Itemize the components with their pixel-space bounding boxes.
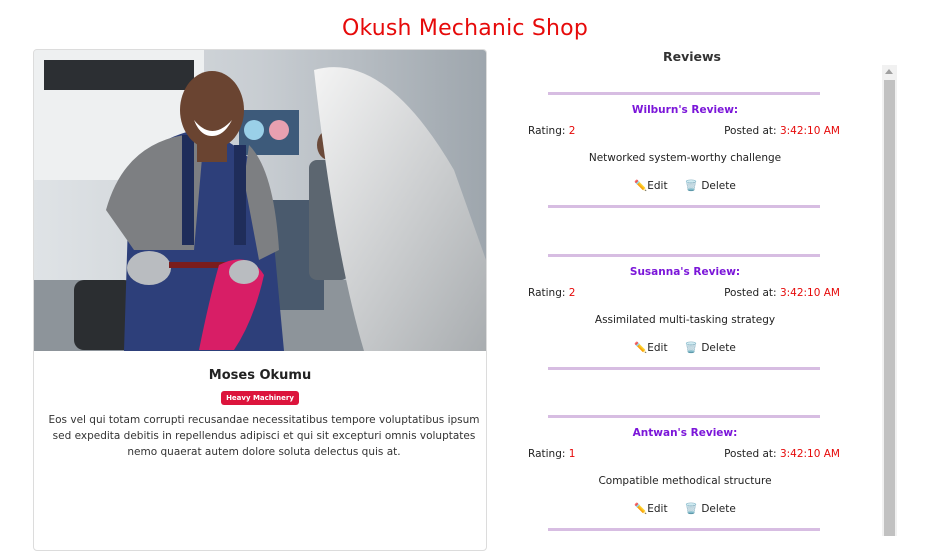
review-divider: [548, 92, 820, 95]
posted-label: Posted at:: [724, 286, 777, 299]
posted-time: 3:42:10 AM: [779, 125, 840, 137]
reviews-list[interactable]: Wilburn's Review: Rating: 2 Posted at: 3…: [520, 92, 880, 536]
delete-label: Delete: [701, 341, 736, 354]
posted-label: Posted at:: [724, 125, 777, 137]
review-divider: [548, 253, 820, 257]
wastebasket-icon: 🗑️: [684, 503, 698, 515]
rating-label: Rating:: [528, 448, 566, 460]
edit-button[interactable]: ✏️Edit: [634, 341, 667, 354]
review-divider: [548, 528, 820, 531]
review-divider: [548, 366, 820, 370]
reviewer-name: Antwan's Review:: [632, 427, 738, 439]
review-actions: ✏️Edit 🗑️ Delete: [520, 341, 850, 354]
delete-label: Delete: [701, 503, 736, 515]
mechanic-bio: Eos vel qui totam corrupti recusandae ne…: [48, 414, 480, 458]
review-actions: ✏️Edit 🗑️ Delete: [520, 502, 850, 515]
posted-at: Posted at: 3:42:10 AM: [724, 287, 840, 299]
pencil-icon: ✏️: [634, 180, 648, 192]
edit-button[interactable]: ✏️Edit: [634, 179, 667, 192]
rating-value: 1: [568, 448, 576, 460]
reviews-heading: Reviews: [662, 49, 721, 64]
review-meta: Rating: 2 Posted at: 3:42:10 AM: [528, 287, 840, 299]
scroll-up-icon[interactable]: [885, 69, 893, 74]
page-title: Okush Mechanic Shop: [341, 16, 589, 41]
review-item: Antwan's Review: Rating: 1 Posted at: 3:…: [520, 415, 880, 536]
reviewer-name: Wilburn's Review:: [631, 104, 739, 116]
mechanic-photo: [34, 50, 486, 351]
rating-value: 2: [568, 125, 576, 137]
edit-label: Edit: [647, 503, 668, 515]
delete-button[interactable]: 🗑️ Delete: [685, 179, 736, 192]
mechanic-card: Moses Okumu Heavy Machinery Eos vel qui …: [33, 49, 487, 551]
posted-time: 3:42:10 AM: [779, 286, 840, 299]
rating-value: 2: [568, 286, 576, 299]
review-meta: Rating: 1 Posted at: 3:42:10 AM: [528, 448, 840, 460]
review-actions: ✏️Edit 🗑️ Delete: [520, 179, 850, 192]
review-text: Networked system-worthy challenge: [588, 152, 782, 164]
edit-label: Edit: [647, 341, 668, 354]
pencil-icon: ✏️: [634, 503, 648, 515]
delete-button[interactable]: 🗑️ Delete: [685, 502, 736, 515]
delete-button[interactable]: 🗑️ Delete: [685, 341, 736, 354]
review-meta: Rating: 2 Posted at: 3:42:10 AM: [528, 125, 840, 137]
review-item: Susanna's Review: Rating: 2 Posted at: 3…: [520, 253, 880, 416]
posted-time: 3:42:10 AM: [779, 448, 840, 460]
review-item: Wilburn's Review: Rating: 2 Posted at: 3…: [520, 92, 880, 254]
pencil-icon: ✏️: [634, 341, 648, 354]
delete-label: Delete: [701, 180, 736, 192]
reviewer-name: Susanna's Review:: [629, 265, 741, 278]
posted-at: Posted at: 3:42:10 AM: [724, 125, 840, 137]
scroll-thumb[interactable]: [884, 80, 895, 536]
review-text: Assimilated multi-tasking strategy: [594, 313, 776, 326]
review-text: Compatible methodical structure: [598, 475, 772, 487]
posted-at: Posted at: 3:42:10 AM: [724, 448, 840, 460]
edit-label: Edit: [647, 180, 668, 192]
scrollbar[interactable]: [882, 65, 897, 536]
edit-button[interactable]: ✏️Edit: [634, 502, 667, 515]
wastebasket-icon: 🗑️: [684, 180, 698, 192]
wastebasket-icon: 🗑️: [684, 341, 698, 354]
mechanic-name: Moses Okumu: [208, 368, 312, 383]
posted-label: Posted at:: [724, 448, 777, 460]
review-divider: [548, 415, 820, 418]
specialty-badge: Heavy Machinery: [221, 391, 299, 405]
review-divider: [548, 205, 820, 208]
rating-label: Rating:: [528, 125, 566, 137]
rating-label: Rating:: [528, 286, 566, 299]
